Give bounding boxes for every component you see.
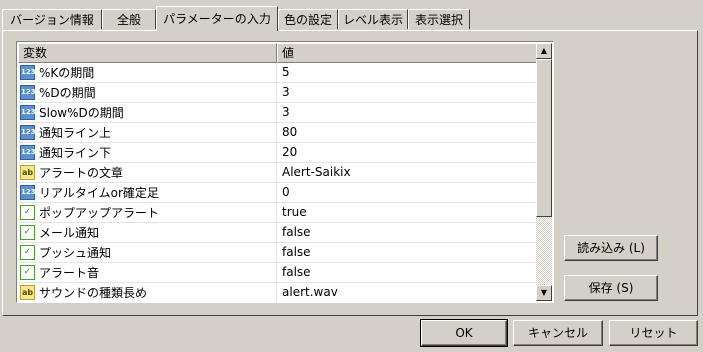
ok-button[interactable]: OK	[420, 319, 508, 347]
variable-cell: 123 通知ライン上	[18, 123, 277, 142]
variable-cell: ab サウンドの種類長め	[18, 283, 277, 302]
table-row[interactable]: ab サウンドの種類長め alert.wav	[18, 283, 538, 302]
variable-cell: ✓ プッシュ通知	[18, 243, 277, 262]
variable-cell: ✓ メール通知	[18, 223, 277, 242]
value-cell[interactable]: 80	[277, 123, 538, 142]
scroll-down-arrow-icon[interactable]: ▼	[536, 285, 552, 301]
boolean-type-icon: ✓	[20, 245, 35, 260]
variable-name: Slow%Dの期間	[39, 106, 124, 120]
cancel-button[interactable]: キャンセル	[513, 320, 603, 346]
variable-name: %Dの期間	[39, 86, 96, 100]
variable-cell: 123 通知ライン下	[18, 143, 277, 162]
boolean-type-icon: ✓	[20, 225, 35, 240]
number-type-icon: 123	[20, 105, 36, 120]
table-row[interactable]: 123 %Dの期間 3	[18, 83, 538, 103]
variable-cell: 123 Slow%Dの期間	[18, 103, 277, 122]
variable-name: プッシュ通知	[39, 246, 112, 260]
header-value[interactable]: 値	[277, 43, 538, 63]
table-row[interactable]: ab アラートの文章 Alert-Saikix	[18, 163, 538, 183]
tab-parameters[interactable]: パラメーターの入力	[156, 6, 278, 31]
value-cell[interactable]: false	[277, 263, 538, 282]
header-variable[interactable]: 変数	[18, 43, 277, 63]
variable-name: リアルタイムor確定足	[39, 186, 159, 200]
string-type-icon: ab	[20, 285, 35, 300]
number-type-icon: 123	[20, 65, 36, 80]
variable-cell: 123 %Dの期間	[18, 83, 277, 102]
boolean-type-icon: ✓	[20, 265, 35, 280]
tab-label: レベル表示	[342, 13, 403, 27]
tab-colors[interactable]: 色の設定	[278, 9, 338, 29]
variable-name: 通知ライン上	[39, 126, 112, 140]
table-row[interactable]: 123 %Kの期間 5	[18, 63, 538, 83]
scrollbar-thumb[interactable]	[536, 59, 552, 217]
grid-body: 変数 値 123 %Kの期間 5 123 %Dの期間 3 123 Slow%Dの期間 3 123 通…	[18, 43, 538, 302]
reset-button[interactable]: リセット	[609, 320, 698, 346]
vertical-scrollbar[interactable]: ▲ ▼	[536, 43, 552, 301]
value-cell[interactable]: true	[277, 203, 538, 222]
number-type-icon: 123	[20, 85, 36, 100]
number-type-icon: 123	[20, 145, 36, 160]
table-row[interactable]: 123 Slow%Dの期間 3	[18, 103, 538, 123]
tab-label: 表示選択	[414, 13, 463, 27]
number-type-icon: 123	[20, 125, 36, 140]
variable-cell: ab アラートの文章	[18, 163, 277, 182]
tab-label: 色の設定	[283, 13, 332, 27]
table-row[interactable]: 123 リアルタイムor確定足 0	[18, 183, 538, 203]
variable-cell: ✓ ポップアップアラート	[18, 203, 277, 222]
scroll-up-arrow-icon[interactable]: ▲	[536, 43, 552, 59]
tab-visualization[interactable]: 表示選択	[408, 9, 470, 29]
parameters-grid: 変数 値 123 %Kの期間 5 123 %Dの期間 3 123 Slow%Dの期間 3 123 通…	[16, 41, 554, 303]
variable-name: %Kの期間	[39, 66, 95, 80]
value-cell[interactable]: false	[277, 223, 538, 242]
variable-name: ポップアップアラート	[39, 206, 160, 220]
variable-name: アラート音	[39, 266, 100, 280]
grid-rows: 123 %Kの期間 5 123 %Dの期間 3 123 Slow%Dの期間 3 123 通知ライン上…	[18, 63, 538, 302]
tab-version-info[interactable]: バージョン情報	[2, 9, 102, 29]
load-button[interactable]: 読み込み (L)	[564, 235, 658, 261]
value-cell[interactable]: false	[277, 243, 538, 262]
variable-name: メール通知	[39, 226, 100, 240]
value-cell[interactable]: 3	[277, 83, 538, 102]
variable-cell: 123 リアルタイムor確定足	[18, 183, 277, 202]
save-button[interactable]: 保存 (S)	[564, 275, 658, 301]
tab-levels[interactable]: レベル表示	[338, 9, 408, 29]
value-cell[interactable]: Alert-Saikix	[277, 163, 538, 182]
table-row[interactable]: ✓ メール通知 false	[18, 223, 538, 243]
value-cell[interactable]: 0	[277, 183, 538, 202]
variable-cell: 123 %Kの期間	[18, 63, 277, 82]
tab-label: 全般	[116, 13, 141, 27]
tab-label: バージョン情報	[10, 13, 94, 27]
value-cell[interactable]: 5	[277, 63, 538, 82]
table-row[interactable]: ✓ プッシュ通知 false	[18, 243, 538, 263]
variable-name: サウンドの種類長め	[39, 286, 148, 300]
value-cell[interactable]: 20	[277, 143, 538, 162]
table-row[interactable]: ✓ アラート音 false	[18, 263, 538, 283]
number-type-icon: 123	[20, 185, 36, 200]
tab-label: パラメーターの入力	[163, 12, 271, 26]
variable-name: アラートの文章	[39, 166, 124, 180]
value-cell[interactable]: alert.wav	[277, 283, 538, 302]
string-type-icon: ab	[20, 165, 35, 180]
table-row[interactable]: ✓ ポップアップアラート true	[18, 203, 538, 223]
variable-cell: ✓ アラート音	[18, 263, 277, 282]
value-cell[interactable]: 3	[277, 103, 538, 122]
table-row[interactable]: 123 通知ライン上 80	[18, 123, 538, 143]
table-row[interactable]: 123 通知ライン下 20	[18, 143, 538, 163]
grid-header: 変数 値	[18, 43, 538, 63]
boolean-type-icon: ✓	[20, 205, 35, 220]
variable-name: 通知ライン下	[39, 146, 112, 160]
tab-general[interactable]: 全般	[102, 9, 156, 29]
